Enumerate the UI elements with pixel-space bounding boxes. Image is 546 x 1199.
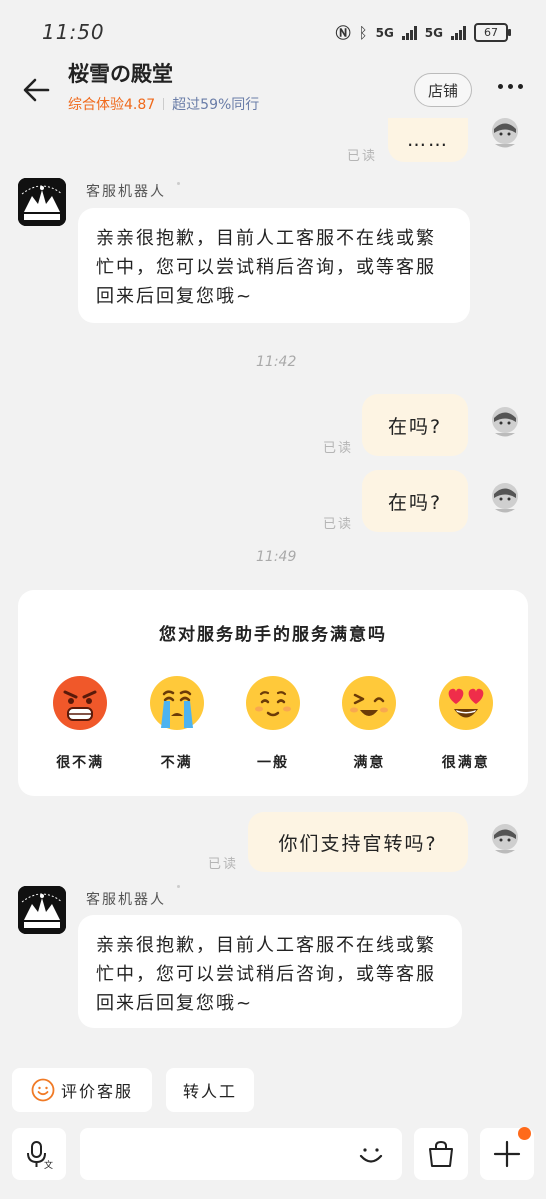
heart-eyes-face-icon	[438, 676, 493, 730]
timestamp: 11:42	[256, 354, 297, 370]
voice-button[interactable]: 文	[12, 1128, 66, 1180]
emoji-smile-icon[interactable]	[356, 1139, 386, 1169]
signal-icon-2	[451, 25, 466, 40]
user-avatar-icon[interactable]	[488, 822, 522, 856]
survey-title: 您对服务助手的服务满意吗	[159, 625, 387, 645]
shop-logo-icon	[18, 886, 66, 934]
bot-status-dot	[177, 885, 180, 888]
survey-option-neutral[interactable]: 一般	[233, 674, 313, 772]
read-label: 已读	[208, 857, 239, 872]
score-text: 综合体验4.87	[68, 97, 156, 113]
survey-option-label: 很满意	[441, 755, 490, 771]
survey-option-label: 很不满	[56, 755, 105, 771]
svg-text:文: 文	[44, 1159, 53, 1169]
status-icons: Ⓝ ᛒ 5G 5G 67	[335, 22, 511, 43]
survey-option-unsatisfied[interactable]: 不满	[137, 674, 217, 772]
more-icon[interactable]	[498, 84, 523, 89]
shop-logo-icon	[18, 178, 66, 226]
message-bubble-partial: ……	[388, 118, 468, 162]
survey-option-very-satisfied[interactable]: 很满意	[426, 674, 506, 772]
angry-face-icon	[53, 676, 108, 730]
smile-face-icon	[31, 1078, 55, 1102]
bot-avatar[interactable]	[18, 178, 66, 226]
bot-status-dot	[177, 182, 180, 185]
read-label: 已读	[323, 517, 354, 532]
neutral-face-icon	[245, 676, 300, 730]
bot-name: 客服机器人	[86, 892, 166, 908]
notification-badge	[518, 1127, 531, 1140]
satisfaction-survey-card: 您对服务助手的服务满意吗 很不满 不满 一般 满意 很满意	[18, 590, 528, 796]
user-message-bubble: 你们支持官转吗?	[248, 812, 468, 872]
network-label-1: 5G	[375, 25, 394, 40]
rate-service-label: 评价客服	[60, 1082, 133, 1101]
shop-rating: 综合体验4.87 超过59%同行	[68, 94, 259, 114]
bot-message-bubble: 亲亲很抱歉，目前人工客服不在线或繁忙中，您可以尝试稍后咨询，或等客服回来后回复您…	[78, 208, 470, 323]
survey-option-very-unsatisfied[interactable]: 很不满	[40, 674, 120, 772]
shop-name[interactable]: 桜雪の殿堂	[68, 58, 173, 88]
rate-service-button[interactable]: 评价客服	[12, 1068, 152, 1112]
bot-message-bubble: 亲亲很抱歉，目前人工客服不在线或繁忙中，您可以尝试稍后咨询，或等客服回来后回复您…	[78, 915, 462, 1028]
happy-face-icon	[342, 676, 397, 730]
divider	[163, 98, 165, 110]
nfc-icon: Ⓝ	[335, 24, 351, 42]
status-time: 11:50	[42, 20, 105, 44]
survey-option-label: 一般	[256, 755, 289, 771]
mic-icon: 文	[27, 1141, 53, 1169]
user-message-bubble: 在吗?	[362, 470, 468, 532]
plus-icon	[493, 1140, 521, 1168]
bot-avatar[interactable]	[18, 886, 66, 934]
user-avatar-icon[interactable]	[488, 481, 522, 515]
signal-icon	[401, 25, 417, 40]
user-avatar-icon[interactable]	[488, 116, 522, 150]
network-label-2: 5G	[424, 25, 443, 40]
battery-icon: 67	[474, 23, 511, 42]
user-avatar-icon[interactable]	[488, 405, 522, 439]
back-arrow-icon[interactable]	[22, 76, 50, 104]
transfer-human-button[interactable]: 转人工	[166, 1068, 254, 1112]
shopping-bag-button[interactable]	[414, 1128, 468, 1180]
timestamp: 11:49	[256, 549, 297, 565]
crying-face-icon	[149, 676, 204, 730]
survey-option-satisfied[interactable]: 满意	[329, 674, 409, 772]
survey-option-label: 满意	[353, 755, 386, 771]
store-button[interactable]: 店铺	[414, 73, 472, 107]
user-message-bubble: 在吗?	[362, 394, 468, 456]
bot-name: 客服机器人	[86, 184, 166, 200]
survey-option-label: 不满	[160, 755, 193, 771]
read-label: 已读	[323, 441, 354, 456]
bluetooth-icon: ᛒ	[358, 23, 368, 42]
shopping-bag-icon	[429, 1140, 453, 1167]
read-label: 已读	[347, 149, 378, 164]
message-input[interactable]	[80, 1128, 402, 1180]
beyond-text: 超过59%同行	[172, 97, 260, 113]
